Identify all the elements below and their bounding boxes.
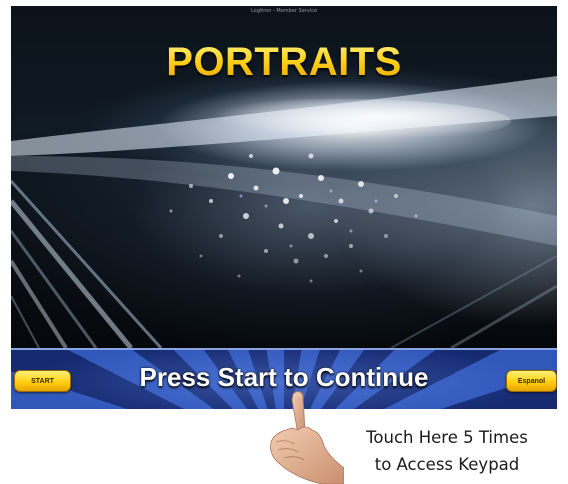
- page-title: PORTRAITS: [11, 40, 557, 85]
- hint-line-2: to Access Keypad: [374, 455, 520, 474]
- hint-line-1: Touch Here 5 Times: [366, 428, 528, 447]
- pointing-hand-icon: [270, 391, 344, 484]
- keypad-access-hint: Touch Here 5 Times to Access Keypad: [334, 424, 560, 478]
- kiosk-screen: Logitron - Member Service PORTRAITS Pres…: [11, 6, 557, 409]
- espanol-button[interactable]: Espanol: [506, 370, 557, 392]
- header-caption: Logitron - Member Service: [250, 8, 318, 14]
- start-button[interactable]: START: [14, 370, 71, 392]
